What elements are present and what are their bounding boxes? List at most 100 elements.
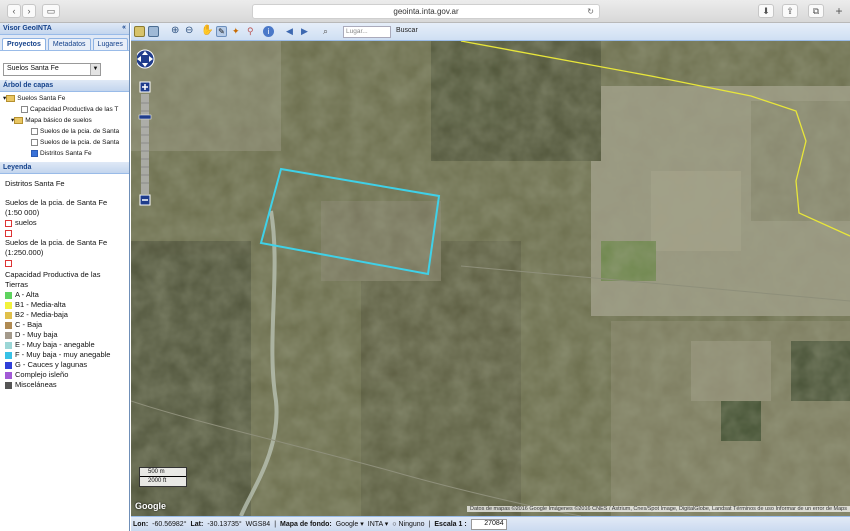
tree-node-label: Capacidad Productiva de las T — [30, 106, 119, 113]
tab-proyectos[interactable]: Proyectos — [2, 38, 46, 50]
basemap-value: Google — [335, 521, 359, 528]
download-icon[interactable]: ⬇ — [758, 4, 774, 18]
sidebar: Visor GeoINTA « Proyectos Metadatos Lugar… — [0, 23, 130, 531]
tree-node-suelos-250000[interactable]: Suelos de la pcia. de Santa — [3, 137, 125, 148]
satellite-imagery — [131, 41, 850, 516]
url-text: geointa.inta.gov.ar — [393, 7, 459, 16]
tree-node-label: Distritos Santa Fe — [40, 150, 92, 157]
legend-item-label: G - Cauces y lagunas — [15, 360, 88, 369]
map-viewport[interactable]: ⊕ ⊖ ✋ ✎ ✦ ⚲ i ◀ ▶ ⌕ Lugar... Buscar 500 … — [131, 23, 850, 516]
chevron-down-icon: ▼ — [90, 64, 100, 75]
legend-capacidad-title-2: Tierras — [5, 280, 29, 289]
lon-value: -60.56982° — [152, 520, 187, 528]
project-select-value: Suelos Santa Fe — [7, 65, 59, 72]
app-title-bar: Visor GeoINTA « — [0, 23, 129, 35]
sidebar-toggle-icon[interactable]: ▭ — [42, 4, 60, 18]
legend-swatch — [5, 219, 12, 227]
map-attribution: Datos de mapas ©2016 Google Imágenes ©20… — [466, 506, 850, 512]
legend-item: Misceláneas — [5, 380, 127, 390]
legend-item-label: B1 - Media-alta — [15, 300, 66, 309]
legend-swatch — [5, 371, 12, 379]
legend-swatch — [5, 331, 12, 339]
legend-item-label: D - Muy baja — [15, 330, 58, 339]
crs-value: WGS84 — [245, 520, 271, 528]
search-button[interactable]: Buscar — [393, 26, 421, 38]
lat-value: -30.13735° — [207, 520, 242, 528]
scale-bar: 500 m 2000 ft — [139, 467, 187, 487]
share-icon[interactable]: ⇪ — [782, 4, 798, 18]
lon-label: Lon: — [133, 520, 149, 528]
zoom-in-icon[interactable]: ⊕ — [171, 26, 182, 37]
legend-item: B2 - Media-baja — [5, 310, 127, 320]
legend-item-label: Complejo isleño — [15, 370, 69, 379]
legend-item: D - Muy baja — [5, 330, 127, 340]
layer-checkbox[interactable] — [31, 138, 38, 146]
scale-metric: 500 m — [140, 468, 186, 477]
tree-node-suelos-santa-fe[interactable]: ▾ Suelos Santa Fe — [3, 93, 125, 104]
forward-icon[interactable]: › — [22, 4, 36, 18]
legend-item-empty — [5, 258, 127, 268]
legend-swatch — [5, 301, 12, 309]
legend-item-suelos: suelos — [5, 218, 127, 228]
locate-icon[interactable]: ⚲ — [247, 26, 258, 37]
layer-value: INTA — [367, 521, 383, 528]
legend-suelos50-scale: (1:50 000) — [5, 208, 40, 217]
tab-metadatos[interactable]: Metadatos — [47, 38, 91, 50]
legend-capacidad-title: Capacidad Productiva de las — [5, 270, 101, 279]
tab-lugares[interactable]: Lugares — [92, 38, 128, 50]
back-icon[interactable]: ‹ — [7, 4, 21, 18]
legend-item-empty — [5, 228, 127, 238]
tabs-icon[interactable]: ⧉ — [808, 4, 824, 18]
folder-icon — [14, 116, 24, 124]
reload-icon[interactable]: ↻ — [587, 5, 594, 18]
collapse-sidebar-icon[interactable]: « — [122, 24, 126, 31]
scale-imperial: 2000 ft — [148, 478, 167, 484]
legend-item: B1 - Media-alta — [5, 300, 127, 310]
pan-hand-icon[interactable]: ✋ — [201, 26, 213, 37]
layer-tree: ▾ Suelos Santa Fe Capacidad Productiva de… — [3, 93, 125, 159]
legend-item-label: A - Alta — [15, 290, 39, 299]
edit-icon[interactable]: ✦ — [232, 26, 243, 37]
legend-item: G - Cauces y lagunas — [5, 360, 127, 370]
info-icon[interactable]: i — [263, 26, 274, 37]
scale-input[interactable]: 27084 — [470, 518, 507, 530]
layer-tree-title: Árbol de capas — [3, 82, 54, 89]
legend-item-label: C - Baja — [15, 320, 43, 329]
legend-suelos50-title: Suelos de la pcia. de Santa Fe — [5, 198, 108, 207]
zoom-box-icon[interactable] — [148, 26, 159, 37]
layer-checkbox[interactable] — [31, 127, 38, 135]
tree-node-suelos-50000[interactable]: Suelos de la pcia. de Santa — [3, 126, 125, 137]
place-search-input[interactable]: Lugar... — [343, 26, 391, 38]
legend-suelos250-scale: (1:250.000) — [5, 248, 44, 257]
basemap-select[interactable]: Google ▾ — [336, 520, 364, 528]
overlay-radio[interactable]: ○ Ninguno — [392, 521, 424, 528]
layer-select[interactable]: INTA ▾ — [368, 520, 389, 528]
legend-swatch — [5, 361, 12, 369]
tree-node-capacidad[interactable]: Capacidad Productiva de las T — [3, 104, 125, 115]
pan-zoom-control[interactable] — [137, 47, 159, 207]
app-title: Visor GeoINTA — [3, 25, 52, 32]
address-bar[interactable]: geointa.inta.gov.ar ↻ — [252, 4, 600, 19]
previous-extent-icon[interactable]: ◀ — [286, 26, 297, 37]
legend-swatch — [5, 351, 12, 359]
legend-item-label: Misceláneas — [15, 380, 57, 389]
measure-icon[interactable]: ✎ — [216, 26, 227, 37]
layer-tree-header: Árbol de capas — [0, 80, 129, 92]
legend-swatch — [5, 341, 12, 349]
legend-swatch — [5, 229, 12, 237]
tree-node-distritos[interactable]: Distritos Santa Fe — [3, 148, 125, 159]
legend-item-label: suelos — [15, 218, 37, 227]
status-bar: Lon: -60.56982° Lat: -30.13735° WGS84 | Map… — [131, 516, 850, 531]
zoom-out-icon[interactable]: ⊖ — [185, 26, 196, 37]
legend-swatch — [5, 381, 12, 389]
next-extent-icon[interactable]: ▶ — [301, 26, 312, 37]
new-tab-icon[interactable]: + — [832, 4, 846, 18]
full-extent-icon[interactable] — [134, 26, 145, 37]
legend-swatch — [5, 321, 12, 329]
tree-node-mapa-basico[interactable]: ▾ Mapa básico de suelos — [3, 115, 125, 126]
project-select[interactable]: Suelos Santa Fe ▼ — [3, 63, 101, 76]
tree-node-label: Suelos de la pcia. de Santa — [40, 128, 120, 135]
search-place-icon[interactable]: ⌕ — [323, 26, 334, 37]
layer-checkbox[interactable] — [21, 105, 28, 113]
layer-checkbox-checked[interactable] — [31, 149, 38, 157]
